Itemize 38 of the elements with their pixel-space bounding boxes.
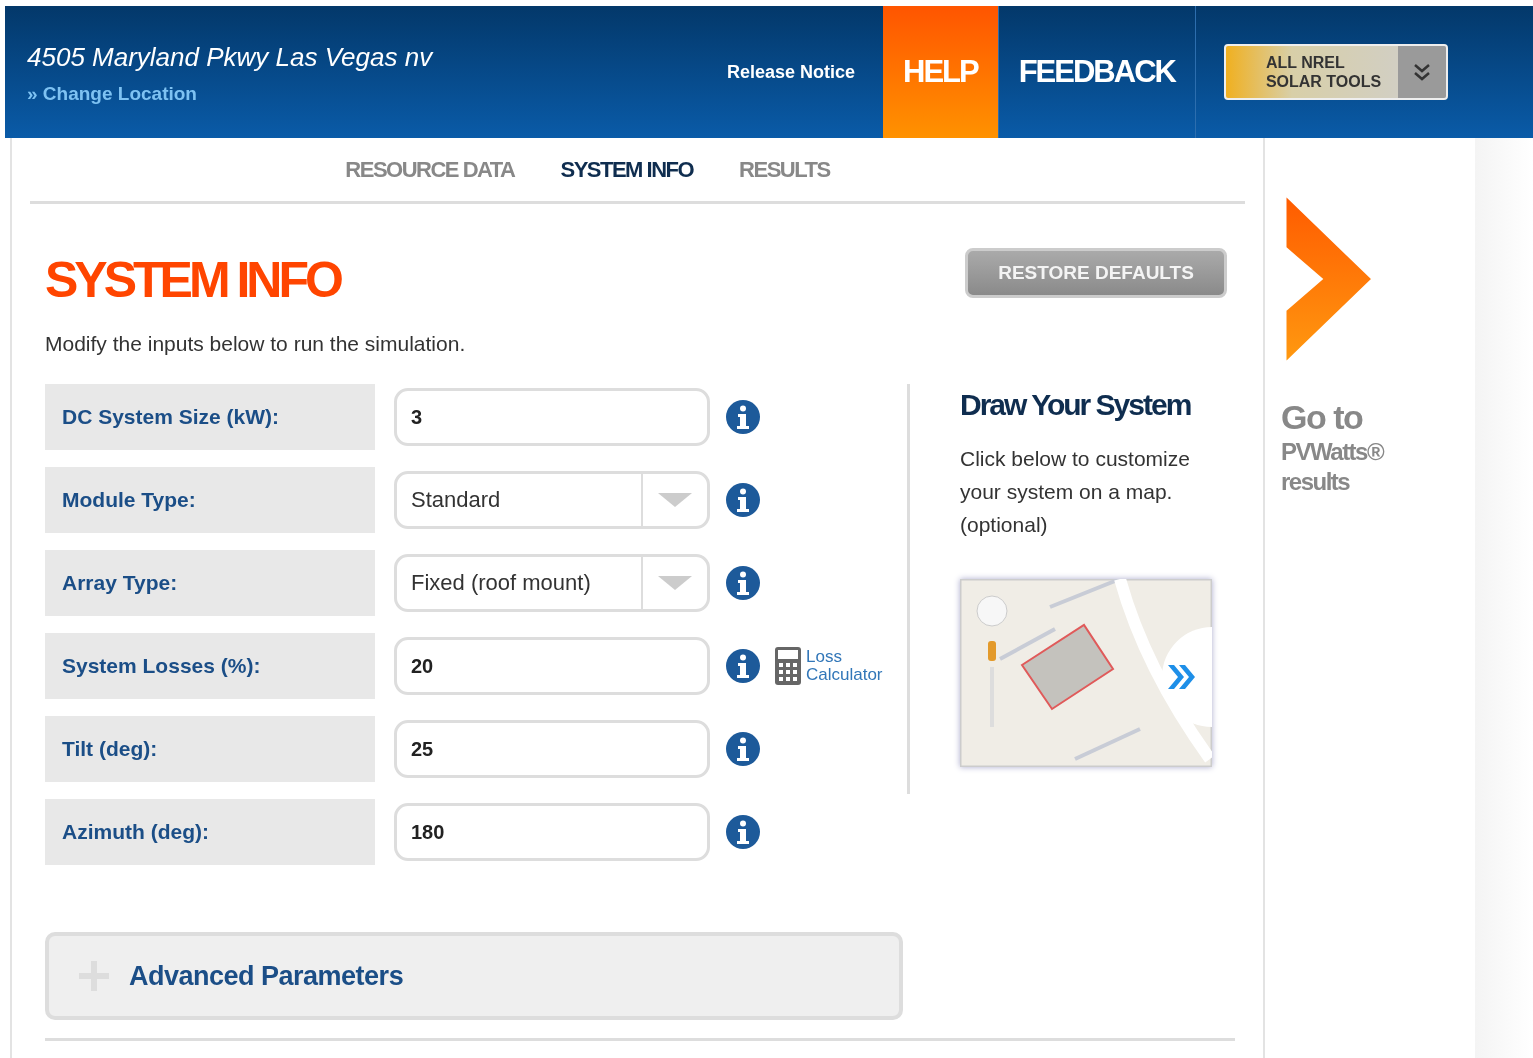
input-field[interactable]: 3: [394, 388, 710, 446]
loss-calculator-link[interactable]: Loss Calculator: [775, 647, 890, 685]
chevron-down-icon: [1412, 61, 1431, 83]
advanced-parameters-panel[interactable]: Advanced Parameters: [45, 932, 903, 1020]
field-label: Array Type:: [45, 550, 375, 616]
nav-link[interactable]: FEEDBACK: [998, 6, 1196, 138]
info-icon[interactable]: [725, 814, 761, 850]
step-tab[interactable]: RESULTS: [739, 156, 830, 183]
next-step-link[interactable]: Go to PVWatts® results: [1265, 138, 1475, 1058]
info-icon[interactable]: [725, 399, 761, 435]
intro-text: Modify the inputs below to run the simulation.: [45, 332, 467, 356]
select-field[interactable]: Fixed (roof mount): [394, 554, 710, 612]
info-icon[interactable]: [725, 648, 761, 684]
field-label: System Losses (%):: [45, 633, 375, 699]
info-icon[interactable]: [725, 565, 761, 601]
dropdown-arrow-icon: [658, 493, 692, 507]
section-title: Draw Your System: [960, 388, 1192, 422]
info-icon[interactable]: [725, 482, 761, 518]
change-location-link[interactable]: » Change Location: [27, 83, 197, 105]
field-label: DC System Size (kW):: [45, 384, 375, 450]
info-icon[interactable]: [725, 731, 761, 767]
advanced-parameters-label: Advanced Parameters: [129, 960, 404, 992]
field-label: Tilt (deg):: [45, 716, 375, 782]
step-tab[interactable]: SYSTEM INFO: [560, 156, 694, 183]
field-label: Module Type:: [45, 467, 375, 533]
draw-description: Click below to customize your system on a map. (optional): [960, 446, 1191, 538]
solar-tools-dropdown[interactable]: ALL NREL SOLAR TOOLS: [1223, 44, 1448, 100]
input-field[interactable]: 20: [394, 637, 710, 695]
step-tab[interactable]: RESOURCE DATA: [345, 156, 515, 183]
input-field[interactable]: 180: [394, 803, 710, 861]
input-field[interactable]: 25: [394, 720, 710, 778]
calculator-icon: [775, 647, 801, 685]
select-field[interactable]: Standard: [394, 471, 710, 529]
page-title: SYSTEM INFO: [45, 251, 340, 310]
location-title: 4505 Maryland Pkwy Las Vegas nv: [27, 42, 435, 73]
dropdown-arrow-icon: [658, 576, 692, 590]
field-label: Azimuth (deg):: [45, 799, 375, 865]
release-notice-link[interactable]: Release Notice: [665, 61, 855, 83]
